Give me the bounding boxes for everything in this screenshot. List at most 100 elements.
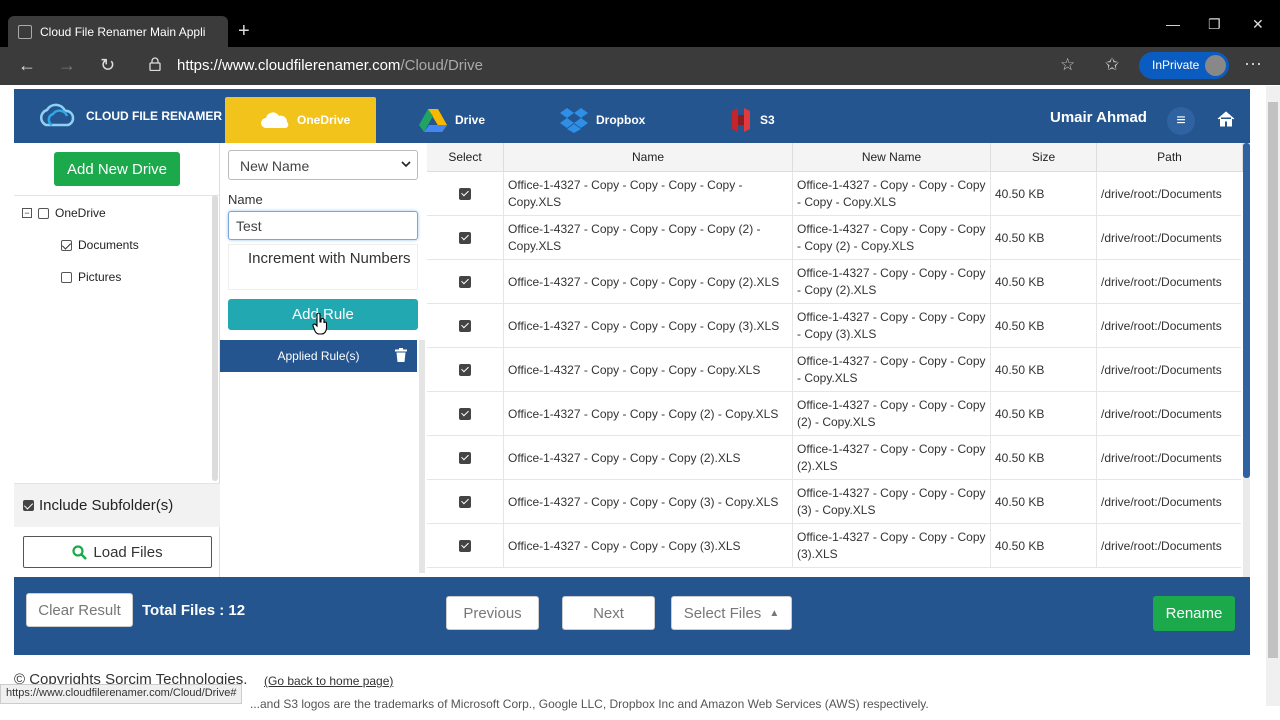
- table-row[interactable]: Office-1-4327 - Copy - Copy - Copy (3).X…: [427, 524, 1241, 568]
- home-icon[interactable]: [1217, 110, 1235, 128]
- back-arrow-icon[interactable]: ←: [18, 55, 36, 76]
- col-header-select[interactable]: Select: [427, 143, 504, 172]
- url-field[interactable]: https://www.cloudfilerenamer.com/Cloud/D…: [177, 57, 483, 74]
- row-checkbox[interactable]: [459, 408, 471, 420]
- browser-tab[interactable]: Cloud File Renamer Main Application: [8, 16, 228, 47]
- app-logo[interactable]: CLOUD FILE RENAMER: [36, 103, 222, 129]
- row-select-cell[interactable]: [427, 436, 504, 480]
- more-options-icon[interactable]: ···: [1244, 53, 1262, 74]
- home-page-link[interactable]: (Go back to home page): [264, 674, 393, 688]
- favorite-star-icon[interactable]: ☆: [1060, 55, 1075, 75]
- select-files-dropdown[interactable]: Select Files ▲: [671, 596, 792, 630]
- row-size: 40.50 KB: [991, 436, 1097, 480]
- row-select-cell[interactable]: [427, 304, 504, 348]
- restore-icon[interactable]: ❐: [1208, 16, 1221, 33]
- page-favicon-icon: [18, 24, 32, 39]
- page-scrollbar-thumb[interactable]: [1268, 102, 1278, 658]
- row-select-cell[interactable]: [427, 260, 504, 304]
- col-header-size[interactable]: Size: [991, 143, 1097, 172]
- table-row[interactable]: Office-1-4327 - Copy - Copy - Copy - Cop…: [427, 172, 1241, 216]
- row-new-name: Office-1-4327 - Copy - Copy - Copy - Cop…: [793, 304, 991, 348]
- next-button[interactable]: Next: [562, 596, 655, 630]
- minimize-icon[interactable]: —: [1166, 16, 1180, 32]
- row-select-cell[interactable]: [427, 348, 504, 392]
- table-row[interactable]: Office-1-4327 - Copy - Copy - Copy - Cop…: [427, 348, 1241, 392]
- add-new-drive-button[interactable]: Add New Drive: [54, 152, 180, 186]
- row-select-cell[interactable]: [427, 216, 504, 260]
- table-row[interactable]: Office-1-4327 - Copy - Copy - Copy - Cop…: [427, 260, 1241, 304]
- tab-title: Cloud File Renamer Main Application: [40, 24, 205, 39]
- row-new-name: Office-1-4327 - Copy - Copy - Copy (3) -…: [793, 480, 991, 524]
- tree-checkbox-documents[interactable]: [61, 239, 72, 251]
- increment-with-numbers-option[interactable]: Increment with Numbers: [228, 244, 418, 290]
- hamburger-menu-icon[interactable]: ≡: [1167, 107, 1195, 135]
- table-row[interactable]: Office-1-4327 - Copy - Copy - Copy (2).X…: [427, 436, 1241, 480]
- inprivate-badge[interactable]: InPrivate: [1139, 52, 1229, 79]
- row-checkbox[interactable]: [459, 452, 471, 464]
- tab-s3[interactable]: S3: [730, 97, 775, 143]
- table-row[interactable]: Office-1-4327 - Copy - Copy - Copy - Cop…: [427, 304, 1241, 348]
- row-checkbox[interactable]: [459, 364, 471, 376]
- row-new-name: Office-1-4327 - Copy - Copy - Copy - Cop…: [793, 172, 991, 216]
- tree-checkbox-pictures[interactable]: [61, 271, 72, 283]
- row-name: Office-1-4327 - Copy - Copy - Copy - Cop…: [504, 216, 793, 260]
- tree-scrollbar[interactable]: [212, 195, 218, 481]
- col-header-new-name[interactable]: New Name: [793, 143, 991, 172]
- row-new-name: Office-1-4327 - Copy - Copy - Copy - Cop…: [793, 216, 991, 260]
- row-path: /drive/root:/Documents: [1101, 186, 1222, 201]
- rule-type-select[interactable]: New Name: [228, 150, 418, 180]
- col-header-path[interactable]: Path: [1097, 143, 1243, 172]
- row-checkbox[interactable]: [459, 276, 471, 288]
- new-name-input[interactable]: [228, 211, 418, 240]
- search-icon: [72, 544, 88, 560]
- new-tab-plus-icon[interactable]: +: [238, 20, 250, 43]
- include-subfolders-checkbox[interactable]: [23, 500, 34, 511]
- tab-onedrive[interactable]: OneDrive: [225, 97, 376, 143]
- select-files-label: Select Files: [683, 604, 762, 622]
- status-bar-url: https://www.cloudfilerenamer.com/Cloud/D…: [0, 684, 243, 704]
- favorites-list-icon[interactable]: ✩: [1105, 55, 1119, 75]
- collapse-icon[interactable]: −: [22, 208, 32, 218]
- include-subfolders-label: Include Subfolder(s): [39, 497, 174, 514]
- table-scrollbar-thumb[interactable]: [1243, 143, 1250, 478]
- tree-node-pictures[interactable]: Pictures: [61, 270, 121, 284]
- row-select-cell[interactable]: [427, 480, 504, 524]
- inprivate-label: InPrivate: [1152, 58, 1200, 72]
- profile-avatar: [1205, 55, 1226, 76]
- row-size: 40.50 KB: [991, 524, 1097, 568]
- url-host: https://www.cloudfilerenamer.com: [177, 57, 401, 74]
- row-checkbox[interactable]: [459, 320, 471, 332]
- row-select-cell[interactable]: [427, 524, 504, 568]
- close-window-icon[interactable]: ✕: [1252, 16, 1264, 33]
- row-checkbox[interactable]: [459, 540, 471, 552]
- forward-arrow-icon[interactable]: →: [58, 55, 76, 76]
- table-row[interactable]: Office-1-4327 - Copy - Copy - Copy (3) -…: [427, 480, 1241, 524]
- row-new-name: Office-1-4327 - Copy - Copy - Copy (3).X…: [793, 524, 991, 568]
- trash-icon[interactable]: [395, 348, 407, 362]
- col-header-name[interactable]: Name: [504, 143, 793, 172]
- row-size: 40.50 KB: [991, 480, 1097, 524]
- include-subfolders-toggle[interactable]: Include Subfolder(s): [14, 483, 220, 527]
- table-row[interactable]: Office-1-4327 - Copy - Copy - Copy (2) -…: [427, 392, 1241, 436]
- row-name: Office-1-4327 - Copy - Copy - Copy (2) -…: [504, 392, 793, 436]
- load-files-button[interactable]: Load Files: [23, 536, 212, 568]
- tab-dropbox[interactable]: Dropbox: [560, 97, 645, 143]
- clear-result-button[interactable]: Clear Result: [26, 593, 133, 627]
- row-checkbox[interactable]: [459, 496, 471, 508]
- tab-drive[interactable]: Drive: [419, 97, 485, 143]
- row-select-cell[interactable]: [427, 392, 504, 436]
- row-name: Office-1-4327 - Copy - Copy - Copy - Cop…: [504, 172, 793, 216]
- applied-rules-header: Applied Rule(s): [220, 340, 417, 372]
- tree-checkbox-onedrive[interactable]: [38, 207, 49, 219]
- table-row[interactable]: Office-1-4327 - Copy - Copy - Copy - Cop…: [427, 216, 1241, 260]
- tree-node-onedrive[interactable]: − OneDrive: [22, 206, 106, 220]
- row-checkbox[interactable]: [459, 232, 471, 244]
- row-select-cell[interactable]: [427, 172, 504, 216]
- load-files-label: Load Files: [93, 543, 163, 561]
- tree-node-documents[interactable]: Documents: [61, 238, 139, 252]
- row-checkbox[interactable]: [459, 188, 471, 200]
- previous-button[interactable]: Previous: [446, 596, 539, 630]
- refresh-icon[interactable]: ↻: [100, 55, 115, 76]
- rules-scrollbar[interactable]: [419, 340, 425, 573]
- rename-button[interactable]: Rename: [1153, 596, 1235, 631]
